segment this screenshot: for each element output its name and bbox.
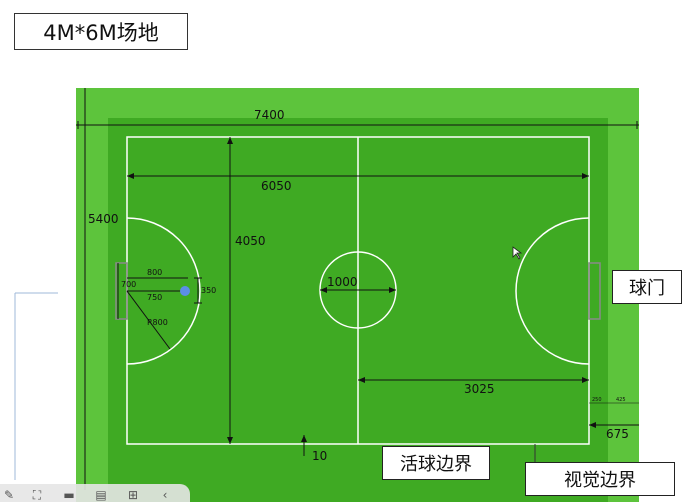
dim-4050: 4050 — [235, 234, 266, 248]
dim-r800: R800 — [147, 318, 168, 327]
live-ball-boundary-callout: 活球边界 — [382, 446, 490, 480]
pen-icon[interactable]: ✎ — [2, 488, 16, 502]
dim-350: 350 — [201, 286, 216, 295]
dim-6050: 6050 — [261, 179, 292, 193]
grid-icon[interactable]: ⊞ — [126, 488, 140, 502]
field-diagram: 7400 5400 6050 4050 700 800 750 350 R800… — [14, 88, 639, 502]
collapse-icon[interactable]: ‹ — [158, 488, 172, 502]
dim-700: 700 — [121, 280, 136, 289]
document-icon[interactable]: ▤ — [94, 488, 108, 502]
dim-7400: 7400 — [254, 108, 285, 122]
page: 7400 5400 6050 4050 700 800 750 350 R800… — [0, 0, 699, 502]
page-title: 4M*6M场地 — [14, 13, 188, 50]
screenshot-icon[interactable]: ⛶ — [30, 488, 44, 502]
dim-800: 800 — [147, 268, 162, 277]
dim-1000: 1000 — [327, 275, 358, 289]
visual-boundary-callout: 视觉边界 — [525, 462, 675, 496]
dim-250: 250 — [592, 397, 602, 403]
penalty-spot-marker — [180, 286, 190, 296]
dim-5400: 5400 — [88, 212, 119, 226]
camera-icon[interactable]: ▬ — [62, 488, 76, 502]
dim-750: 750 — [147, 293, 162, 302]
dim-10: 10 — [312, 449, 327, 463]
goal-callout: 球门 — [612, 270, 682, 304]
dim-3025: 3025 — [464, 382, 495, 396]
dim-675: 675 — [606, 427, 629, 441]
dim-425: 425 — [616, 397, 626, 403]
